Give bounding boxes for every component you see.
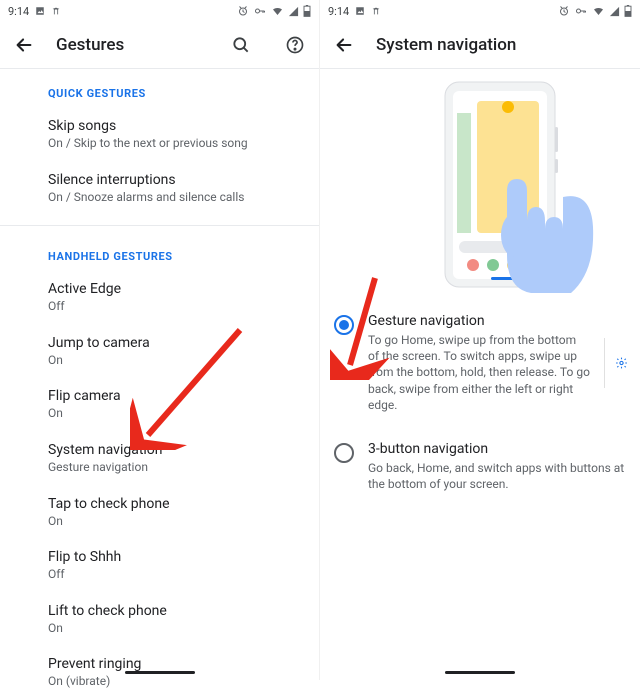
app-bar: System navigation [320, 22, 640, 68]
key-icon [574, 5, 588, 17]
row-flip-to-shhh[interactable]: Flip to Shhh Off [0, 539, 319, 593]
gear-icon[interactable] [604, 338, 628, 388]
key-icon [253, 5, 267, 17]
battery-icon [624, 5, 632, 17]
back-icon[interactable] [12, 33, 36, 57]
signal-icon [288, 6, 299, 17]
tesla-icon [371, 6, 381, 16]
gestures-screen: 9:14 Gestures QUICK GESTURES Skip songs … [0, 0, 320, 680]
option-3-button-navigation[interactable]: 3-button navigation Go back, Home, and s… [320, 427, 640, 506]
status-bar: 9:14 [0, 0, 319, 22]
illustration [320, 69, 640, 299]
nav-pill[interactable] [445, 671, 515, 674]
row-skip-songs[interactable]: Skip songs On / Skip to the next or prev… [0, 108, 319, 162]
photo-icon [355, 6, 365, 16]
system-navigation-screen: 9:14 System navigation [320, 0, 640, 680]
row-system-navigation[interactable]: System navigation Gesture navigation [0, 432, 319, 486]
row-tap-to-check[interactable]: Tap to check phone On [0, 486, 319, 540]
search-icon[interactable] [229, 33, 253, 57]
page-title: Gestures [56, 35, 124, 55]
row-silence-interruptions[interactable]: Silence interruptions On / Snooze alarms… [0, 162, 319, 216]
app-bar: Gestures [0, 22, 319, 68]
section-header-handheld: HANDHELD GESTURES [0, 236, 319, 271]
battery-icon [303, 5, 311, 17]
status-bar: 9:14 [320, 0, 640, 22]
page-title: System navigation [376, 35, 516, 55]
clock: 9:14 [328, 5, 349, 18]
radio-unselected-icon[interactable] [334, 443, 354, 463]
clock: 9:14 [8, 5, 29, 18]
radio-selected-icon[interactable] [334, 315, 354, 335]
row-flip-camera[interactable]: Flip camera On [0, 378, 319, 432]
section-header-quick: QUICK GESTURES [0, 73, 319, 108]
photo-icon [35, 6, 45, 16]
alarm-icon [558, 5, 570, 17]
nav-pill[interactable] [125, 671, 195, 674]
back-icon[interactable] [332, 33, 356, 57]
row-lift-to-check[interactable]: Lift to check phone On [0, 593, 319, 647]
row-jump-to-camera[interactable]: Jump to camera On [0, 325, 319, 379]
signal-icon [609, 6, 620, 17]
wifi-icon [271, 5, 284, 17]
option-gesture-navigation[interactable]: Gesture navigation To go Home, swipe up … [320, 299, 640, 427]
settings-list: QUICK GESTURES Skip songs On / Skip to t… [0, 69, 319, 700]
alarm-icon [237, 5, 249, 17]
tesla-icon [51, 6, 61, 16]
wifi-icon [592, 5, 605, 17]
row-active-edge[interactable]: Active Edge Off [0, 271, 319, 325]
help-icon[interactable] [283, 33, 307, 57]
